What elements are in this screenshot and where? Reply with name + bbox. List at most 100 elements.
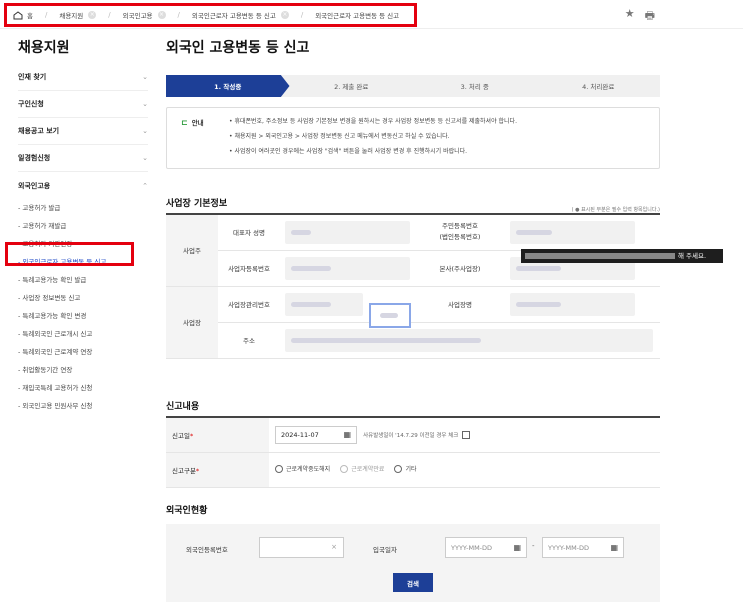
entry-date-to[interactable]: YYYY-MM-DD ▦: [542, 537, 624, 558]
calendar-icon[interactable]: ▦: [343, 430, 351, 439]
sidebar-subitem[interactable]: - 특례고용가능 확인 발급: [18, 271, 148, 289]
foreigner-title: 외국인현황: [166, 506, 208, 516]
foreigner-search-panel: 외국인등록번호 × 입국일자 YYYY-MM-DD ▦ - YYYY-MM-DD ▦…: [166, 524, 660, 602]
step-submitted: 2. 제출 완료: [334, 83, 369, 91]
sidebar-item-work-experience[interactable]: 일경험신청 ⌄: [18, 145, 148, 172]
breadcrumb-separator: /: [108, 11, 111, 19]
field-label: 사업장관리번호: [218, 286, 280, 323]
sidebar-item-label: 외국인고용: [18, 181, 51, 190]
breadcrumb-separator: /: [44, 11, 48, 19]
breadcrumb-separator: /: [300, 11, 304, 19]
sidebar-subitem[interactable]: - 고용허가 발급: [18, 199, 148, 217]
progress-steps: 1. 작성중 2. 제출 완료 3. 처리 중 4. 처리완료: [166, 75, 660, 97]
report-table: 신고일* 2024-11-07 ▦ 사유발생일이 '14.7.29 이전일 경우…: [166, 416, 660, 488]
basic-info-table: 사업주 대표자 성명 주민등록번호 (법인등록번호) 사업자등록번호 본사(주사…: [166, 213, 660, 359]
breadcrumb-home[interactable]: 홈: [13, 10, 33, 20]
radio-other[interactable]: 기타: [394, 464, 417, 473]
calendar-icon[interactable]: ▦: [610, 543, 618, 552]
breadcrumb-label: 외국인근로자 고용변동 등 신고: [315, 12, 400, 20]
biz-reg-no-value: [285, 256, 410, 280]
breadcrumb-label: 외국인고용: [122, 12, 153, 20]
sidebar-subitem[interactable]: - 사업장 정보변동 신고: [18, 289, 148, 307]
entry-date-from[interactable]: YYYY-MM-DD ▦: [445, 537, 527, 558]
search-button[interactable]: 검색: [393, 573, 433, 592]
breadcrumb-label: 채용지원: [59, 12, 84, 20]
calendar-icon[interactable]: ▦: [513, 543, 521, 552]
field-label: 주소: [218, 322, 280, 359]
field-label: 사업자등록번호: [218, 250, 280, 287]
breadcrumb-item[interactable]: 외국인근로자 고용변동 등 신고 ×: [192, 10, 289, 20]
breadcrumb: 홈 / 채용지원 × / 외국인고용 × / 외국인근로자 고용변동 등 신고 …: [4, 3, 417, 27]
report-date-label: 신고일*: [166, 417, 269, 453]
breadcrumb-label: 외국인근로자 고용변동 등 신고: [191, 12, 276, 20]
star-icon[interactable]: ★: [625, 7, 635, 26]
divider: [0, 28, 743, 29]
breadcrumb-item[interactable]: 채용지원 ×: [59, 10, 97, 20]
sidebar-item-foreign-employment[interactable]: 외국인고용 ⌃: [18, 172, 148, 199]
report-date-input[interactable]: 2024-11-07 ▦: [275, 425, 357, 444]
notice-label: ⊏ 안내: [181, 117, 204, 128]
step-writing: 1. 작성중: [166, 75, 290, 97]
sidebar-subitem[interactable]: - 특례외국인 근로개시 신고: [18, 325, 148, 343]
sidebar-subitem[interactable]: - 재입국특례 고용허가 신청: [18, 379, 148, 397]
field-label: 본사(주사업장): [415, 250, 505, 287]
sidebar-subitem[interactable]: - 특례고용가능 확인 변경: [18, 307, 148, 325]
breadcrumb-current: 외국인근로자 고용변동 등 신고: [315, 10, 399, 20]
sidebar-item-label: 채용공고 보기: [18, 127, 60, 135]
field-label: 대표자 성명: [218, 214, 280, 251]
sidebar-subitem[interactable]: - 특례외국인 근로계약 연장: [18, 343, 148, 361]
group-owner: 사업주: [166, 214, 218, 287]
step-processing: 3. 처리 중: [460, 83, 489, 91]
tooltip: 해 주세요.: [521, 249, 723, 263]
group-site: 사업장: [166, 286, 218, 359]
radio-contract-expiry[interactable]: 근로계약만료: [340, 464, 384, 473]
close-icon[interactable]: ×: [88, 11, 97, 19]
chevron-up-icon: ⌃: [142, 181, 148, 190]
notice-box: ⊏ 안내 • 휴대폰번호, 주소정보 등 사업장 기본정보 변경을 원하시는 경…: [166, 107, 660, 169]
sidebar-item-job-request[interactable]: 구인신청 ⌄: [18, 91, 148, 118]
sidebar-item-label: 일경험신청: [18, 154, 51, 162]
reg-no-label: 외국인등록번호: [186, 546, 228, 554]
print-icon[interactable]: 🖶: [645, 7, 655, 26]
field-label: 주민등록번호 (법인등록번호): [415, 214, 505, 251]
site-search-button[interactable]: [369, 303, 411, 328]
sidebar-subitem[interactable]: - 고용허가 재발급: [18, 217, 148, 235]
sidebar-item-job-posts[interactable]: 채용공고 보기 ⌄: [18, 118, 148, 145]
report-date-value: 2024-11-07: [281, 430, 319, 439]
sidebar-item-label: 구인신청: [18, 100, 44, 108]
report-type-label: 신고구분*: [166, 452, 269, 488]
basic-info-title: 사업장 기본정보: [166, 199, 228, 209]
resident-no-value: [510, 220, 635, 244]
radio-contract-termination[interactable]: 근로계약중도해지: [275, 464, 330, 473]
sidebar-menu: 인재 찾기 ⌄ 구인신청 ⌄ 채용공고 보기 ⌄ 일경험신청 ⌄ 외국인고용 ⌃…: [18, 64, 148, 415]
sidebar-title: 채용지원: [18, 40, 70, 56]
rep-name-value: [285, 220, 410, 244]
highlight-box: [5, 242, 134, 266]
home-icon: [13, 10, 23, 19]
breadcrumb-separator: /: [177, 11, 180, 19]
close-icon[interactable]: ×: [280, 11, 289, 19]
close-icon[interactable]: ×: [157, 11, 166, 19]
notice-label-text: 안내: [191, 119, 204, 127]
notice-line: • 사업장이 여러곳인 경우에는 사업장 "검색" 버튼을 눌러 사업장 변경 …: [229, 148, 468, 155]
notice-line: • 휴대폰번호, 주소정보 등 사업장 기본정보 변경을 원하시는 경우 사업장…: [229, 118, 517, 125]
reg-no-input[interactable]: ×: [259, 537, 344, 558]
chevron-down-icon: ⌄: [142, 154, 148, 162]
pre-date-checkbox[interactable]: [462, 430, 471, 439]
megaphone-icon: ⊏: [181, 117, 188, 127]
breadcrumb-item[interactable]: 외국인고용 ×: [123, 10, 166, 20]
sidebar-item-talent[interactable]: 인재 찾기 ⌄: [18, 64, 148, 91]
notice-line: • 채용지원 > 외국인고용 > 사업장 정보변동 신고 메뉴에서 변동신고 하…: [229, 133, 450, 140]
site-mgmt-no-value: [285, 292, 363, 316]
required-note: ( ● 표시된 부분은 필수 입력 항목입니다.): [571, 207, 660, 213]
step-complete: 4. 처리완료: [582, 83, 615, 91]
date-range-dash: -: [532, 542, 535, 550]
sidebar-item-label: 인재 찾기: [18, 73, 47, 81]
sidebar-subitem[interactable]: - 외국인고용 민원사무 신청: [18, 397, 148, 415]
address-value: [285, 328, 653, 352]
chevron-down-icon: ⌄: [142, 127, 148, 135]
sidebar-subitem[interactable]: - 취업활동기간 연장: [18, 361, 148, 379]
entry-date-label: 입국일자: [373, 546, 397, 554]
page-title: 외국인 고용변동 등 신고: [166, 40, 310, 56]
clear-icon[interactable]: ×: [331, 543, 337, 551]
